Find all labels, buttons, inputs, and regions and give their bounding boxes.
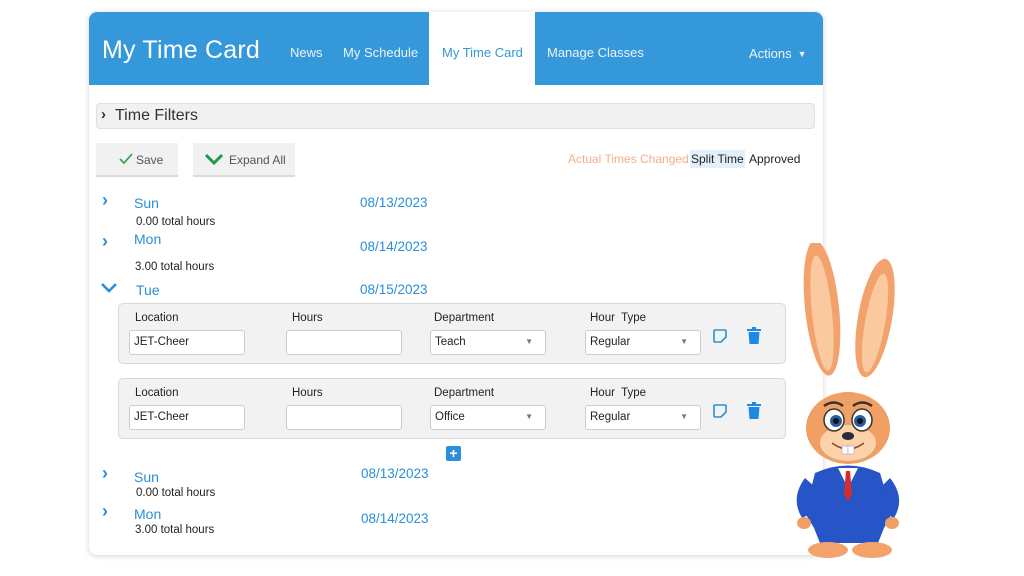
location-label: Location [135, 387, 179, 399]
location-field[interactable]: JET-Cheer [129, 330, 245, 355]
day-total-hours: 3.00 total hours [135, 261, 215, 273]
day-date: 08/15/2023 [360, 282, 428, 297]
department-value: Teach [435, 336, 466, 348]
note-icon[interactable] [713, 329, 727, 343]
expand-all-button[interactable]: Expand All [193, 143, 295, 177]
save-label: Save [136, 153, 164, 167]
hour-type-label: Hour Type [590, 312, 647, 324]
nav-news[interactable]: News [290, 45, 323, 60]
location-field[interactable]: JET-Cheer [129, 405, 245, 430]
time-entry-row: Location JET-Cheer Hours Department Offi… [118, 378, 786, 439]
time-card-panel: My Time Card News My Schedule My Time Ca… [89, 12, 823, 555]
nav-my-schedule[interactable]: My Schedule [343, 45, 418, 60]
chevron-right-icon: › [101, 106, 106, 123]
legend-approved: Approved [749, 152, 801, 166]
day-total-hours: 0.00 total hours [136, 216, 216, 228]
hour-type-select[interactable]: Regular ▼ [585, 405, 701, 430]
day-date: 08/14/2023 [361, 511, 429, 526]
time-entry-row: Location JET-Cheer Hours Department Teac… [118, 303, 786, 364]
expand-day-chevron-icon[interactable]: › [102, 463, 108, 484]
legend-actual-times-changed: Actual Times Changed [568, 152, 689, 166]
top-nav-bar: My Time Card News My Schedule My Time Ca… [89, 12, 823, 85]
nav-my-time-card-label: My Time Card [442, 45, 523, 60]
department-value: Office [435, 411, 465, 423]
time-filters-label: Time Filters [115, 107, 198, 124]
hours-field[interactable] [286, 405, 402, 430]
save-button[interactable]: Save [96, 143, 178, 177]
location-label: Location [135, 312, 179, 324]
day-name[interactable]: Sun [134, 195, 159, 211]
hour-type-value: Regular [590, 336, 631, 348]
collapse-day-chevron-icon[interactable] [100, 282, 118, 294]
legend-split-time: Split Time [690, 150, 745, 168]
caret-down-icon: ▼ [680, 412, 688, 421]
expand-all-label: Expand All [229, 153, 286, 167]
nav-manage-classes[interactable]: Manage Classes [547, 45, 644, 60]
expand-day-chevron-icon[interactable]: › [102, 501, 108, 522]
page-title: My Time Card [102, 36, 260, 64]
department-label: Department [434, 387, 495, 399]
actions-menu[interactable]: Actions ▼ [749, 46, 807, 61]
hour-type-value: Regular [590, 411, 631, 423]
department-label: Department [434, 312, 495, 324]
nav-my-time-card[interactable]: My Time Card [429, 12, 535, 85]
hours-label: Hours [292, 387, 323, 399]
day-total-hours: 3.00 total hours [135, 524, 215, 536]
day-date: 08/13/2023 [360, 195, 428, 210]
day-name[interactable]: Mon [134, 231, 161, 247]
hours-field[interactable] [286, 330, 402, 355]
day-date: 08/14/2023 [360, 239, 428, 254]
bunny-mascot-image [796, 243, 900, 558]
day-name[interactable]: Sun [134, 469, 159, 485]
hour-type-label: Hour Type [590, 387, 647, 399]
add-entry-button[interactable]: + [446, 446, 461, 461]
trash-icon[interactable] [747, 402, 761, 419]
hour-type-select[interactable]: Regular ▼ [585, 330, 701, 355]
expand-day-chevron-icon[interactable]: › [102, 190, 108, 211]
hours-label: Hours [292, 312, 323, 324]
caret-down-icon: ▼ [680, 337, 688, 346]
caret-down-icon: ▼ [525, 412, 533, 421]
expand-day-chevron-icon[interactable]: › [102, 231, 108, 252]
actions-label: Actions [749, 46, 792, 61]
time-filters-toggle[interactable]: › Time Filters [96, 103, 815, 129]
day-total-hours: 0.00 total hours [136, 487, 216, 499]
trash-icon[interactable] [747, 327, 761, 344]
day-name[interactable]: Mon [134, 506, 161, 522]
department-select[interactable]: Office ▼ [430, 405, 546, 430]
day-date: 08/13/2023 [361, 466, 429, 481]
day-name[interactable]: Tue [136, 282, 160, 298]
caret-down-icon: ▼ [525, 337, 533, 346]
department-select[interactable]: Teach ▼ [430, 330, 546, 355]
note-icon[interactable] [713, 404, 727, 418]
caret-down-icon: ▼ [797, 49, 807, 59]
chevron-down-icon [204, 153, 224, 166]
check-icon [119, 153, 133, 164]
